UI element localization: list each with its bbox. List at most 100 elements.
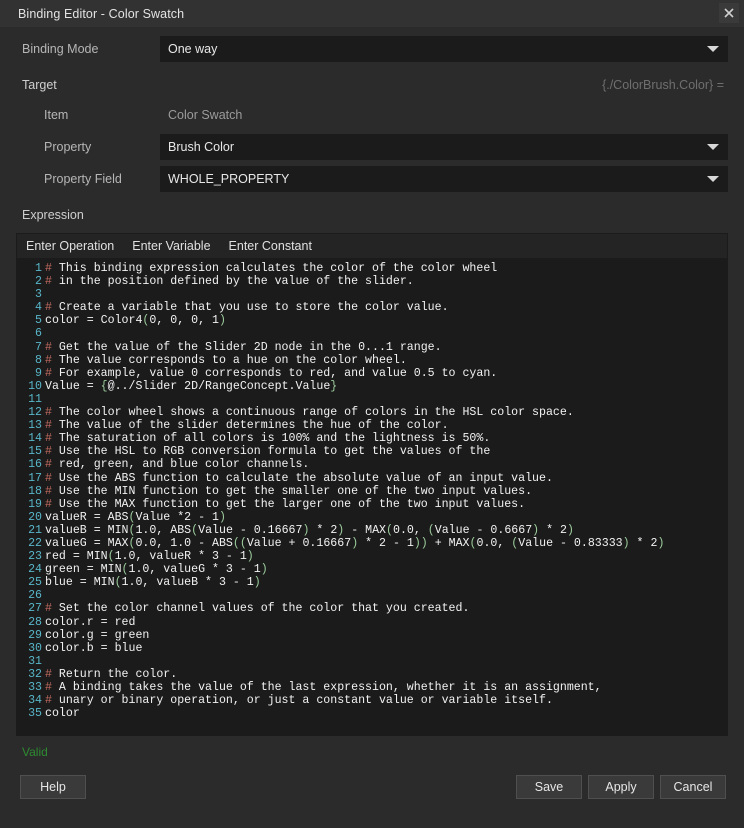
code-line: 34# unary or binary operation, or just a… — [17, 694, 727, 707]
code-line-text: valueR = ABS(Value *2 - 1) — [45, 511, 226, 524]
line-number: 15 — [17, 445, 45, 458]
item-value: Color Swatch — [160, 108, 728, 122]
code-line-text: color.b = blue — [45, 642, 142, 655]
line-number: 6 — [17, 327, 45, 340]
code-line: 12# The color wheel shows a continuous r… — [17, 406, 727, 419]
line-number: 9 — [17, 367, 45, 380]
line-number: 3 — [17, 288, 45, 301]
code-line-text: # Use the MAX function to get the larger… — [45, 498, 525, 511]
code-line: 14# The saturation of all colors is 100%… — [17, 432, 727, 445]
line-number: 26 — [17, 589, 45, 602]
code-line: 8# The value corresponds to a hue on the… — [17, 354, 727, 367]
code-line: 23red = MIN(1.0, valueR * 3 - 1) — [17, 550, 727, 563]
line-number: 29 — [17, 629, 45, 642]
status-badge: Valid — [16, 745, 728, 759]
help-button[interactable]: Help — [20, 775, 86, 799]
code-line: 3 — [17, 288, 727, 301]
line-number: 25 — [17, 576, 45, 589]
code-line: 5color = Color4(0, 0, 0, 1) — [17, 314, 727, 327]
code-line: 9# For example, value 0 corresponds to r… — [17, 367, 727, 380]
code-line: 31 — [17, 655, 727, 668]
code-line: 26 — [17, 589, 727, 602]
line-number: 32 — [17, 668, 45, 681]
code-line-text: blue = MIN(1.0, valueB * 3 - 1) — [45, 576, 261, 589]
code-line-text: red = MIN(1.0, valueR * 3 - 1) — [45, 550, 254, 563]
code-line: 17# Use the ABS function to calculate th… — [17, 472, 727, 485]
chevron-down-icon — [707, 176, 719, 182]
code-line: 1# This binding expression calculates th… — [17, 262, 727, 275]
code-line: 24green = MIN(1.0, valueG * 3 - 1) — [17, 563, 727, 576]
code-line: 10Value = {@../Slider 2D/RangeConcept.Va… — [17, 380, 727, 393]
property-field-label: Property Field — [16, 172, 160, 186]
target-binding-path: {./ColorBrush.Color} = — [602, 78, 728, 92]
expression-editor: Enter Operation Enter Variable Enter Con… — [16, 233, 728, 736]
line-number: 33 — [17, 681, 45, 694]
code-line: 25blue = MIN(1.0, valueB * 3 - 1) — [17, 576, 727, 589]
property-value: Brush Color — [168, 140, 234, 154]
line-number: 18 — [17, 485, 45, 498]
line-number: 11 — [17, 393, 45, 406]
line-number: 19 — [17, 498, 45, 511]
line-number: 8 — [17, 354, 45, 367]
property-row: Property Brush Color — [16, 134, 728, 160]
dialog-footer: Help Save Apply Cancel — [16, 775, 728, 799]
action-button-group: Save Apply Cancel — [516, 775, 726, 799]
code-line: 15# Use the HSL to RGB conversion formul… — [17, 445, 727, 458]
line-number: 28 — [17, 616, 45, 629]
close-icon[interactable] — [719, 3, 739, 23]
code-line-text: # This binding expression calculates the… — [45, 262, 497, 275]
line-number: 27 — [17, 602, 45, 615]
code-line-text: color — [45, 707, 80, 720]
code-line-text: # Use the HSL to RGB conversion formula … — [45, 445, 490, 458]
line-number: 7 — [17, 341, 45, 354]
binding-mode-select[interactable]: One way — [160, 36, 728, 62]
code-line-text: # Use the MIN function to get the smalle… — [45, 485, 532, 498]
code-line: 22valueG = MAX(0.0, 1.0 - ABS((Value + 0… — [17, 537, 727, 550]
enter-variable-button[interactable]: Enter Variable — [132, 239, 210, 253]
line-number: 12 — [17, 406, 45, 419]
line-number: 23 — [17, 550, 45, 563]
binding-mode-label: Binding Mode — [16, 42, 160, 56]
code-line: 21valueB = MIN(1.0, ABS(Value - 0.16667)… — [17, 524, 727, 537]
code-line: 13# The value of the slider determines t… — [17, 419, 727, 432]
binding-editor-window: Binding Editor - Color Swatch Binding Mo… — [0, 0, 744, 828]
target-section-label: Target — [16, 78, 57, 92]
expression-section-header: Expression — [16, 204, 728, 226]
chevron-down-icon — [707, 46, 719, 52]
property-select[interactable]: Brush Color — [160, 134, 728, 160]
cancel-button[interactable]: Cancel — [660, 775, 726, 799]
code-text-area[interactable]: 1# This binding expression calculates th… — [17, 258, 727, 735]
code-line-text: color.g = green — [45, 629, 149, 642]
expression-section-label: Expression — [16, 208, 84, 222]
code-line: 4# Create a variable that you use to sto… — [17, 301, 727, 314]
code-line-text: # For example, value 0 corresponds to re… — [45, 367, 497, 380]
code-line: 7# Get the value of the Slider 2D node i… — [17, 341, 727, 354]
save-button[interactable]: Save — [516, 775, 582, 799]
enter-operation-button[interactable]: Enter Operation — [26, 239, 114, 253]
code-line: 6 — [17, 327, 727, 340]
code-line-text: # Create a variable that you use to stor… — [45, 301, 449, 314]
title-bar: Binding Editor - Color Swatch — [0, 0, 744, 27]
code-line: 18# Use the MIN function to get the smal… — [17, 485, 727, 498]
property-field-select[interactable]: WHOLE_PROPERTY — [160, 166, 728, 192]
line-number: 35 — [17, 707, 45, 720]
code-line-text: # The saturation of all colors is 100% a… — [45, 432, 490, 445]
apply-button[interactable]: Apply — [588, 775, 654, 799]
code-line: 2# in the position defined by the value … — [17, 275, 727, 288]
code-line: 33# A binding takes the value of the las… — [17, 681, 727, 694]
line-number: 31 — [17, 655, 45, 668]
code-line-text: # The value of the slider determines the… — [45, 419, 449, 432]
window-title: Binding Editor - Color Swatch — [18, 7, 184, 21]
line-number: 34 — [17, 694, 45, 707]
line-number: 1 — [17, 262, 45, 275]
dialog-body: Binding Mode One way Target {./ColorBrus… — [0, 27, 744, 828]
enter-constant-button[interactable]: Enter Constant — [229, 239, 312, 253]
code-line-text: # Use the ABS function to calculate the … — [45, 472, 553, 485]
line-number: 30 — [17, 642, 45, 655]
line-number: 21 — [17, 524, 45, 537]
code-line-text: # A binding takes the value of the last … — [45, 681, 602, 694]
code-line: 35color — [17, 707, 727, 720]
line-number: 13 — [17, 419, 45, 432]
code-line-text: valueB = MIN(1.0, ABS(Value - 0.16667) *… — [45, 524, 574, 537]
line-number: 20 — [17, 511, 45, 524]
